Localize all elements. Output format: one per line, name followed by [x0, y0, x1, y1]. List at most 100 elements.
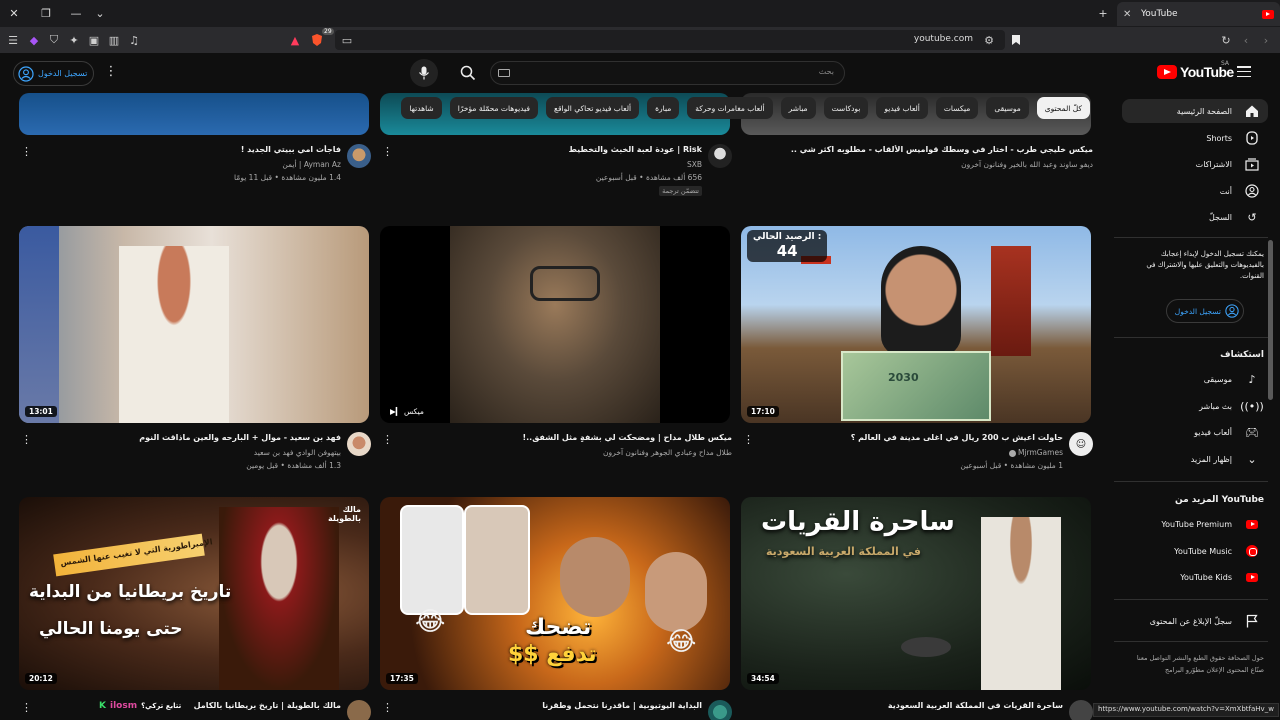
extension-icon[interactable]: ◆ [26, 32, 42, 48]
sidebar-item-live[interactable]: بث مباشر ((•)) [1122, 394, 1268, 418]
video-title[interactable]: Risk | عودة لعبة الخبث والتخطيط [392, 145, 702, 154]
filter-chip[interactable]: مباشر [780, 97, 816, 119]
channel-avatar[interactable] [347, 700, 371, 720]
forward-icon[interactable]: › [1258, 32, 1274, 48]
sidebar-item-home[interactable]: الصفحة الرئيسية [1122, 99, 1268, 123]
keyboard-icon[interactable] [498, 69, 510, 77]
video-channel[interactable]: طلال مداح وعبادي الجوهر وفنانون آخرون [603, 448, 732, 457]
channel-avatar[interactable] [347, 144, 371, 168]
sidebar-scrollbar[interactable] [1268, 240, 1273, 400]
site-settings-icon[interactable]: ⚙ [981, 32, 997, 48]
sidebar-item-subscriptions[interactable]: الاشتراكات [1122, 152, 1268, 176]
video-title[interactable]: البداية اليوتيوبية | ماقدرنا نتحمل وطقرن… [392, 701, 702, 710]
video-title[interactable]: فهد بن سعيد - موال + البارحه والعين ماذا… [31, 433, 341, 442]
video-title[interactable]: ميكس طلال مداح | ومضحكت لي بشفةٍ مثل الش… [422, 433, 732, 442]
tab-youtube[interactable]: ✕ YouTube [1117, 2, 1280, 26]
sidebar-item-youtube-kids[interactable]: YouTube Kids [1122, 565, 1268, 589]
video-channel[interactable]: ديفو ساوند وعبد الله بالخير وفنانون آخرو… [961, 160, 1093, 169]
video-thumbnail[interactable]: 2030 الرصيد الحالي : 44 17:10 [741, 226, 1091, 423]
minimize-window-icon[interactable]: — [66, 4, 86, 22]
video-thumbnail[interactable] [19, 93, 369, 135]
filter-chip[interactable]: بودكاست [823, 97, 869, 119]
address-bar[interactable]: ▲ 29 ▭ youtube.com ⚙ [291, 28, 1005, 50]
video-menu-icon[interactable]: ⋮ [743, 434, 754, 448]
channel-avatar[interactable] [347, 432, 371, 456]
restore-window-icon[interactable]: ❐ [36, 4, 56, 22]
filter-chip[interactable]: فيديوهات محمّلة مؤخرًا [449, 97, 538, 119]
filter-chip[interactable]: ألعاب فيديو [876, 97, 928, 119]
channel-avatar[interactable] [1069, 700, 1093, 720]
video-menu-icon[interactable]: ⋮ [21, 146, 32, 160]
video-thumbnail[interactable]: ▶︎▎ ميكس [380, 226, 730, 423]
video-title[interactable]: مالك بالطويلة | تاريخ بريطانيا بالكامل [186, 701, 341, 710]
video-menu-icon[interactable]: ⋮ [21, 434, 32, 448]
filter-chip[interactable]: موسيقى [986, 97, 1029, 119]
menu-icon[interactable]: ☰ [5, 32, 21, 48]
video-menu-icon[interactable]: ⋮ [382, 434, 393, 448]
channel-avatar[interactable] [708, 144, 732, 168]
video-thumbnail[interactable]: ساحرة القريات في المملكة العربية السعودي… [741, 497, 1091, 690]
media-icon[interactable]: ♫ [126, 32, 142, 48]
video-channel[interactable]: بيتهوفن الوادي فهد بن سعيد [254, 448, 341, 457]
video-thumbnail[interactable]: 13:01 [19, 226, 369, 423]
video-thumbnail[interactable]: الإمبراطورية التي لا تغيب عنها الشمس تار… [19, 497, 369, 690]
video-channel[interactable]: SXB [687, 160, 702, 169]
youtube-logo[interactable]: YouTube SA [1157, 60, 1234, 80]
king-portrait [219, 507, 339, 690]
url-text[interactable]: youtube.com [914, 34, 973, 44]
video-title[interactable]: حاولت اعيش ب 200 ريال في اغلى مدينة في ا… [753, 433, 1063, 442]
bookmark-icon[interactable] [1008, 32, 1024, 48]
video-thumbnail[interactable]: 😂 😂 تضحك تدفع $$ 17:35 [380, 497, 730, 690]
sign-in-button[interactable]: تسجيل الدخول [13, 61, 95, 86]
sidebar-sign-in-button[interactable]: تسجيل الدخول [1165, 299, 1244, 323]
sidebar-item-music[interactable]: موسيقى ♪ [1122, 367, 1268, 391]
sidebar-item-youtube-music[interactable]: YouTube Music [1122, 539, 1268, 563]
filter-chip[interactable]: مبارة [647, 97, 680, 119]
sidebar-item-history[interactable]: السجلّ ↺ [1122, 205, 1268, 229]
search-button[interactable] [450, 59, 486, 87]
balance-label: الرصيد الحالي : [753, 232, 822, 242]
thumb-line-1: تاريخ بريطانيا من البداية [29, 582, 232, 602]
video-menu-icon[interactable]: ⋮ [382, 702, 393, 716]
close-window-icon[interactable]: ✕ [4, 4, 24, 22]
settings-more-icon[interactable]: ⋮ [104, 65, 118, 81]
video-title[interactable]: فاجأت امي ببيتي الجديد ! [31, 145, 341, 154]
video-channel[interactable]: MjrmGames [1008, 448, 1063, 457]
channel-avatar[interactable] [708, 700, 732, 720]
close-tab-icon[interactable]: ✕ [1123, 9, 1135, 20]
sidebar-item-show-more[interactable]: إظهار المزيد ⌄ [1122, 447, 1268, 471]
tab-list-chevron-icon[interactable]: ⌄ [90, 4, 110, 22]
channel-avatar[interactable]: ☺ [1069, 432, 1093, 456]
reader-view-icon[interactable]: ▭ [339, 32, 355, 48]
back-icon[interactable]: ‹ [1238, 32, 1254, 48]
video-menu-icon[interactable]: ⋮ [21, 702, 32, 716]
new-tab-plus-icon[interactable]: + [1093, 4, 1113, 22]
filter-chip[interactable]: شاهدتها [401, 97, 442, 119]
filter-chip[interactable]: ألعاب فيديو تحاكي الواقع [545, 97, 640, 119]
video-menu-icon[interactable]: ⋮ [382, 146, 393, 160]
reload-icon[interactable]: ↻ [1218, 32, 1234, 48]
sidebar-item-report-history[interactable]: سجلّ الإبلاغ عن المحتوى [1122, 609, 1268, 633]
screenshot-icon[interactable]: ▣ [86, 32, 102, 48]
filter-chip[interactable]: ألعاب مغامرات وحركة [687, 97, 773, 119]
pin-icon[interactable]: ✦ [66, 32, 82, 48]
sidebar-item-gaming[interactable]: ألعاب فيديو 🎮︎ [1122, 420, 1268, 444]
rewards-triangle-icon[interactable]: ▲ [287, 32, 303, 48]
video-title[interactable]: ساحرة القريات في المملكة العربية السعودي… [753, 701, 1063, 710]
video-meta: 1.3 ألف مشاهدة • قبل يومين [246, 461, 341, 470]
sidebar-item-youtube-premium[interactable]: YouTube Premium [1122, 512, 1268, 536]
sidebar-toggle-icon[interactable]: ▥ [106, 32, 122, 48]
video-channel[interactable]: Ayman Az | أيمن [282, 160, 341, 169]
sidebar-item-you[interactable]: أنت [1122, 179, 1268, 203]
filter-chip[interactable]: ميكسات [935, 97, 979, 119]
guide-menu-icon[interactable] [1237, 66, 1251, 78]
search-input[interactable]: بحث [490, 61, 845, 85]
sidebar-item-shorts[interactable]: Shorts [1122, 126, 1268, 150]
filter-chip[interactable]: كلّ المحتوى [1036, 97, 1090, 119]
shield-icon[interactable]: ⛉ [46, 32, 62, 48]
thumb-subtitle: في المملكة العربية السعودية [766, 545, 921, 558]
sidebar-footer-links[interactable]: حول الصحافة حقوق الطبع والنشر التواصل مع… [1128, 653, 1264, 676]
sidebar-item-label: Shorts [1206, 133, 1232, 143]
voice-search-button[interactable] [410, 59, 438, 87]
video-title[interactable]: ميكس خليجي طرب - اختار في وسطك قواميس ال… [783, 145, 1093, 154]
